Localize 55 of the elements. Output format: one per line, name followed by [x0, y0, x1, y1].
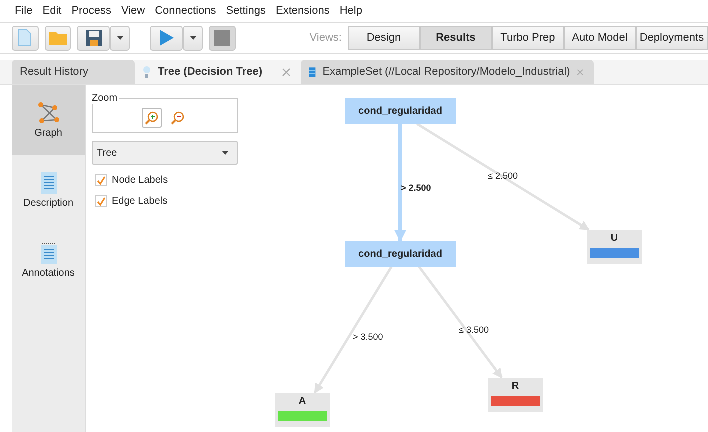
new-file-button[interactable]: [12, 26, 39, 50]
menu-item[interactable]: Settings: [226, 5, 266, 17]
menu-item[interactable]: Connections: [155, 5, 216, 17]
checkbox-label: Edge Labels: [112, 196, 168, 206]
edge-label: > 2.500: [401, 183, 432, 193]
leaf-label: R: [512, 381, 520, 392]
views-label: Views:: [310, 32, 342, 44]
menu-item[interactable]: Help: [340, 5, 362, 17]
edge-label: ≤ 3.500: [459, 325, 489, 335]
stop-button[interactable]: [209, 26, 236, 50]
menu-item[interactable]: File: [15, 5, 33, 17]
view-button[interactable]: Auto Model: [564, 26, 636, 50]
checkbox[interactable]: [95, 174, 107, 186]
tab[interactable]: Result History: [12, 60, 135, 84]
close-icon[interactable]: [282, 68, 291, 76]
document-icon: [40, 172, 56, 194]
view-button[interactable]: Results: [420, 26, 492, 50]
play-icon: [158, 29, 175, 47]
checkbox[interactable]: [95, 195, 107, 207]
sidebar-item[interactable]: Graph: [12, 85, 85, 155]
sidebar-item[interactable]: Annotations: [12, 225, 85, 295]
data-table-icon: [309, 66, 316, 78]
notepad-icon: [40, 242, 56, 264]
menu-item[interactable]: Process: [72, 5, 112, 17]
caret-icon: [116, 36, 124, 40]
caret-icon: [222, 151, 229, 155]
view-button[interactable]: Design: [348, 26, 420, 50]
folder-icon: [48, 30, 68, 46]
menu-item[interactable]: Extensions: [276, 5, 330, 17]
leaf-label: U: [610, 233, 618, 244]
leaf-label: A: [298, 396, 306, 407]
group-title: Zoom: [91, 93, 119, 104]
tree-node[interactable]: cond_regularidad: [345, 241, 456, 267]
tree-node[interactable]: cond_regularidad: [345, 98, 456, 124]
run-dropdown-button[interactable]: [183, 26, 204, 50]
open-folder-button[interactable]: [44, 26, 72, 50]
sidebar-item[interactable]: Description: [12, 155, 85, 225]
save-dropdown-button[interactable]: [110, 26, 130, 50]
tab[interactable]: ExampleSet (//Local Repository/Modelo_Industrial): [301, 60, 594, 84]
menu-item[interactable]: Edit: [42, 5, 62, 17]
document-icon: [18, 29, 32, 47]
view-button[interactable]: Turbo Prep: [492, 26, 564, 50]
edge-label: ≤ 2.500: [488, 171, 518, 181]
checkbox-label: Node Labels: [112, 174, 168, 186]
light-bulb-icon: [143, 66, 151, 78]
menu-item[interactable]: View: [121, 5, 146, 17]
stop-icon: [214, 30, 230, 46]
save-button[interactable]: [77, 26, 110, 50]
layout-dropdown[interactable]: Tree: [92, 141, 238, 165]
close-icon[interactable]: [577, 68, 584, 76]
edge-label: > 3.500: [353, 332, 384, 342]
caret-icon: [190, 36, 197, 40]
zoom-in-button[interactable]: [142, 108, 162, 128]
view-button[interactable]: Deployments: [636, 26, 708, 50]
graph-icon: [38, 102, 60, 124]
